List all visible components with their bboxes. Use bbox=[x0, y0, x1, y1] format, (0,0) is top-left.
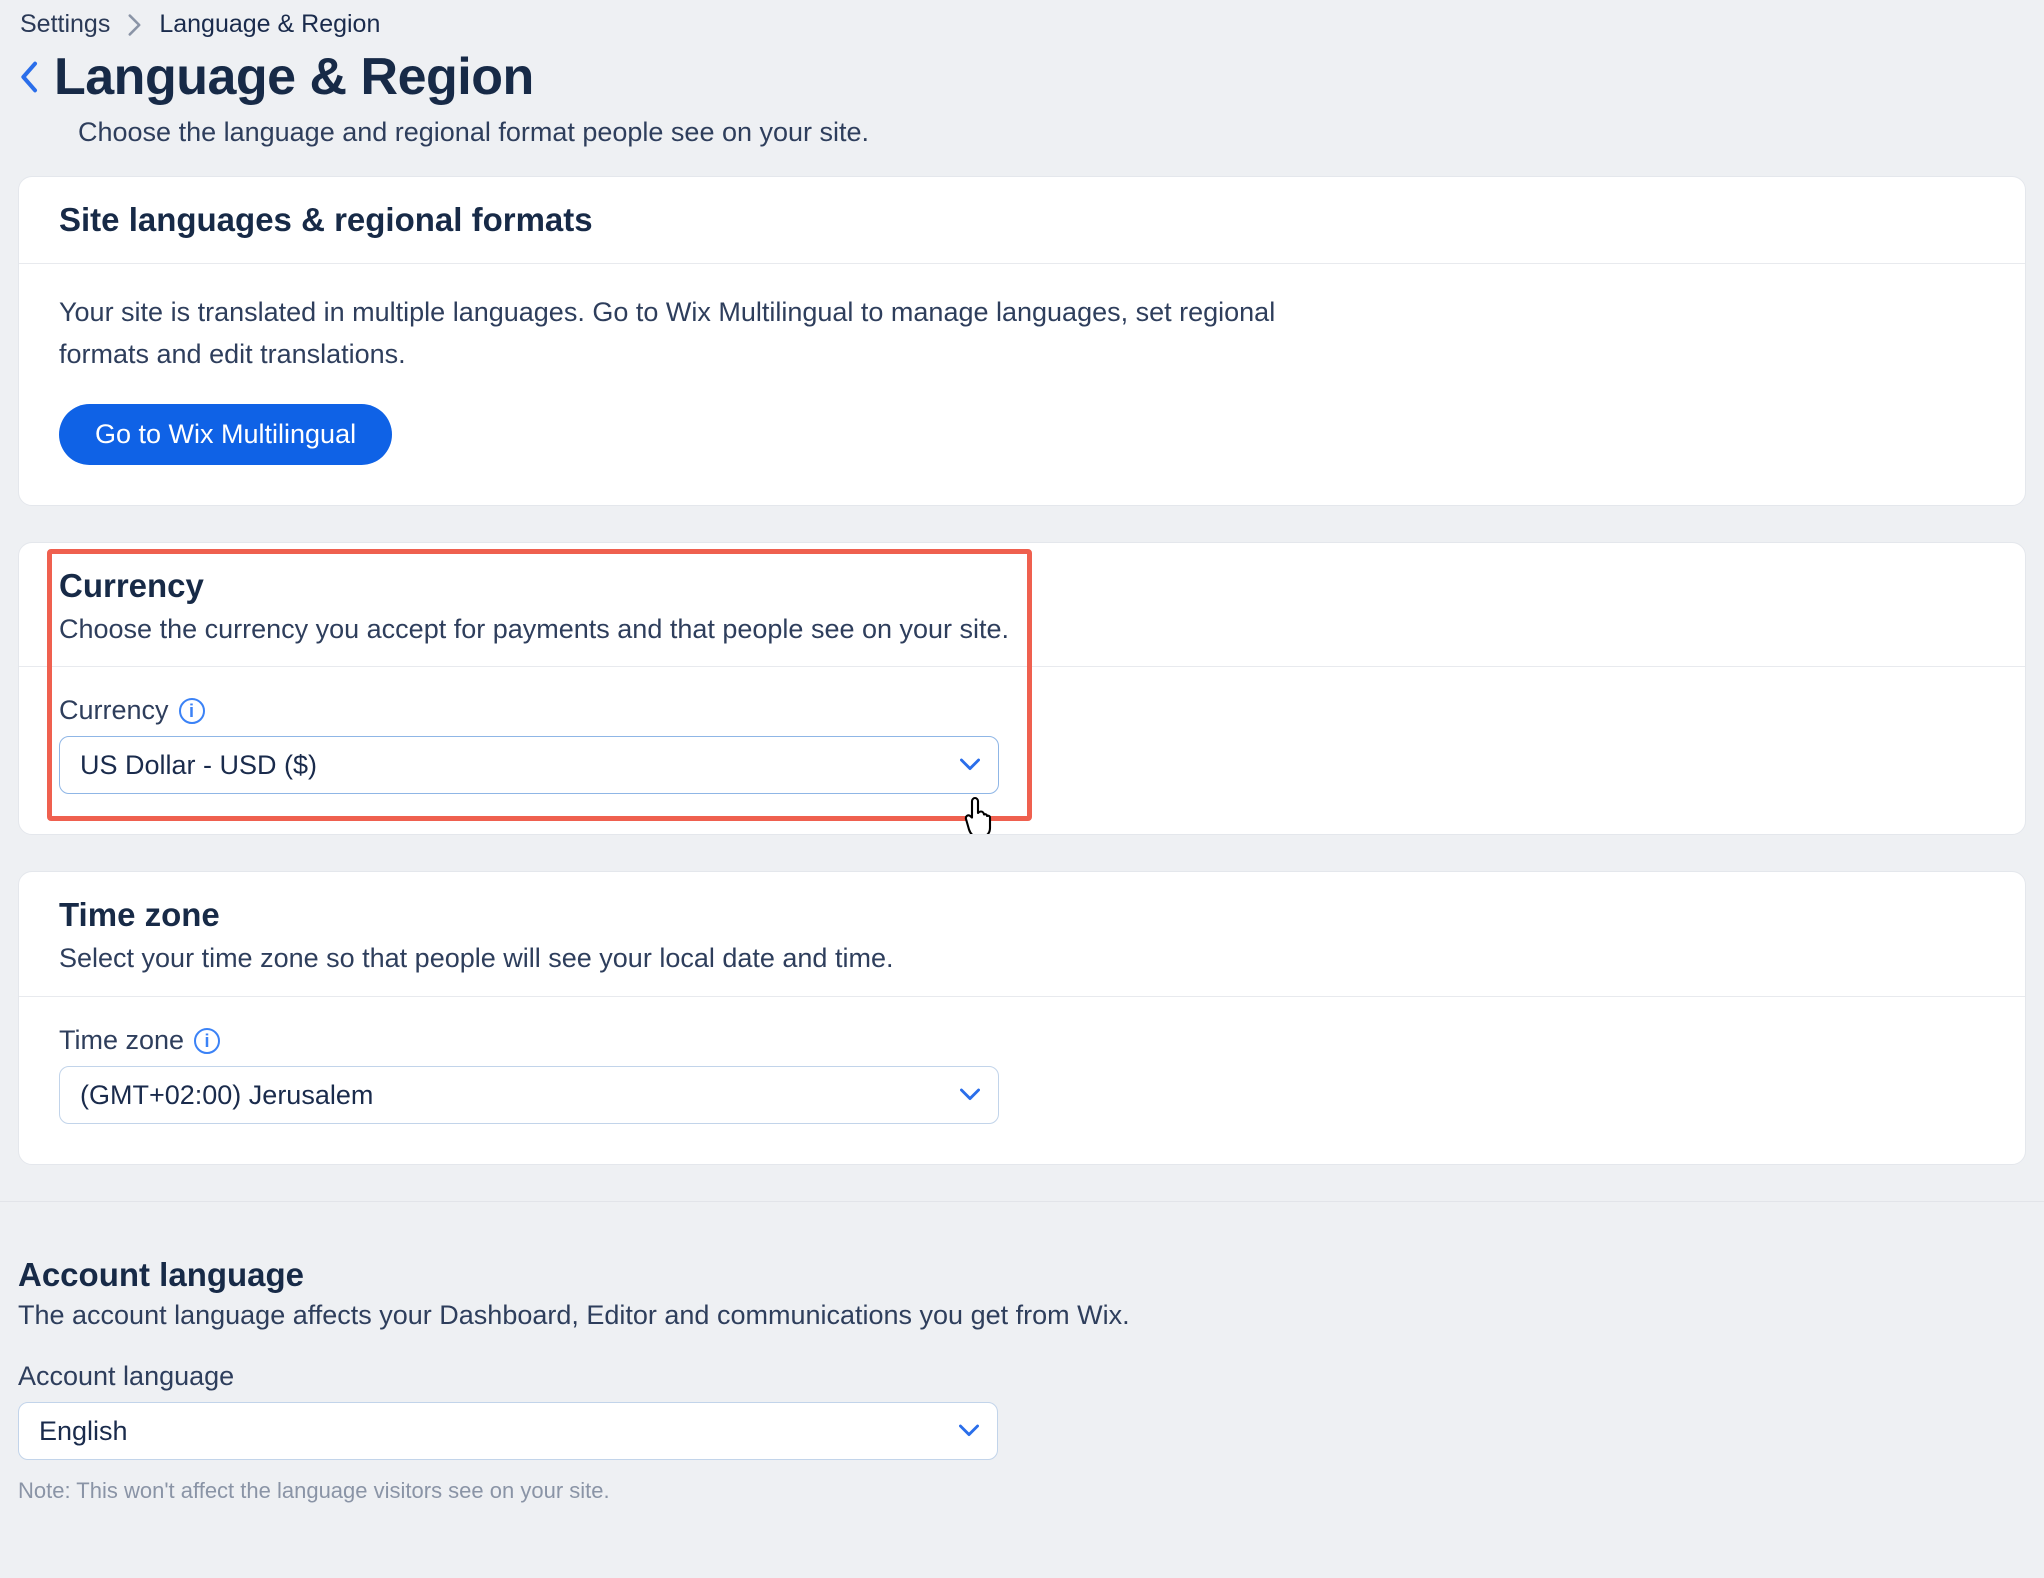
card-currency: Currency Choose the currency you accept … bbox=[18, 542, 2026, 836]
card-title-currency: Currency bbox=[59, 567, 1985, 605]
account-language-section: Account language The account language af… bbox=[0, 1202, 2044, 1504]
account-language-select[interactable]: English bbox=[18, 1402, 998, 1460]
chevron-down-icon bbox=[960, 758, 980, 772]
breadcrumb-current: Language & Region bbox=[159, 10, 380, 39]
account-language-select-value: English bbox=[39, 1416, 128, 1447]
currency-select[interactable]: US Dollar - USD ($) bbox=[59, 736, 999, 794]
info-icon[interactable]: i bbox=[194, 1028, 220, 1054]
page-title: Language & Region bbox=[54, 47, 534, 107]
card-site-languages: Site languages & regional formats Your s… bbox=[18, 176, 2026, 506]
card-timezone: Time zone Select your time zone so that … bbox=[18, 871, 2026, 1165]
card-desc-timezone: Select your time zone so that people wil… bbox=[59, 940, 1985, 978]
timezone-field-label: Time zone bbox=[59, 1025, 184, 1056]
card-title-site-languages: Site languages & regional formats bbox=[59, 201, 1985, 239]
chevron-down-icon bbox=[959, 1424, 979, 1438]
card-title-timezone: Time zone bbox=[59, 896, 1985, 934]
timezone-select[interactable]: (GMT+02:00) Jerusalem bbox=[59, 1066, 999, 1124]
card-body-site-languages: Your site is translated in multiple lang… bbox=[59, 292, 1339, 376]
account-language-title: Account language bbox=[18, 1256, 2026, 1294]
timezone-select-value: (GMT+02:00) Jerusalem bbox=[80, 1080, 373, 1111]
back-arrow-icon[interactable] bbox=[20, 60, 40, 94]
chevron-down-icon bbox=[960, 1088, 980, 1102]
currency-select-value: US Dollar - USD ($) bbox=[80, 750, 317, 781]
chevron-right-icon bbox=[128, 14, 141, 36]
currency-field-label: Currency bbox=[59, 695, 169, 726]
page-subtitle: Choose the language and regional format … bbox=[0, 107, 2044, 176]
card-desc-currency: Choose the currency you accept for payme… bbox=[59, 611, 1985, 649]
info-icon[interactable]: i bbox=[179, 698, 205, 724]
go-to-multilingual-button[interactable]: Go to Wix Multilingual bbox=[59, 404, 392, 465]
account-language-desc: The account language affects your Dashbo… bbox=[18, 1300, 2026, 1331]
breadcrumb: Settings Language & Region bbox=[0, 0, 2044, 43]
account-language-note: Note: This won't affect the language vis… bbox=[18, 1478, 2026, 1504]
breadcrumb-settings-link[interactable]: Settings bbox=[20, 10, 110, 39]
account-language-field-label: Account language bbox=[18, 1361, 234, 1392]
